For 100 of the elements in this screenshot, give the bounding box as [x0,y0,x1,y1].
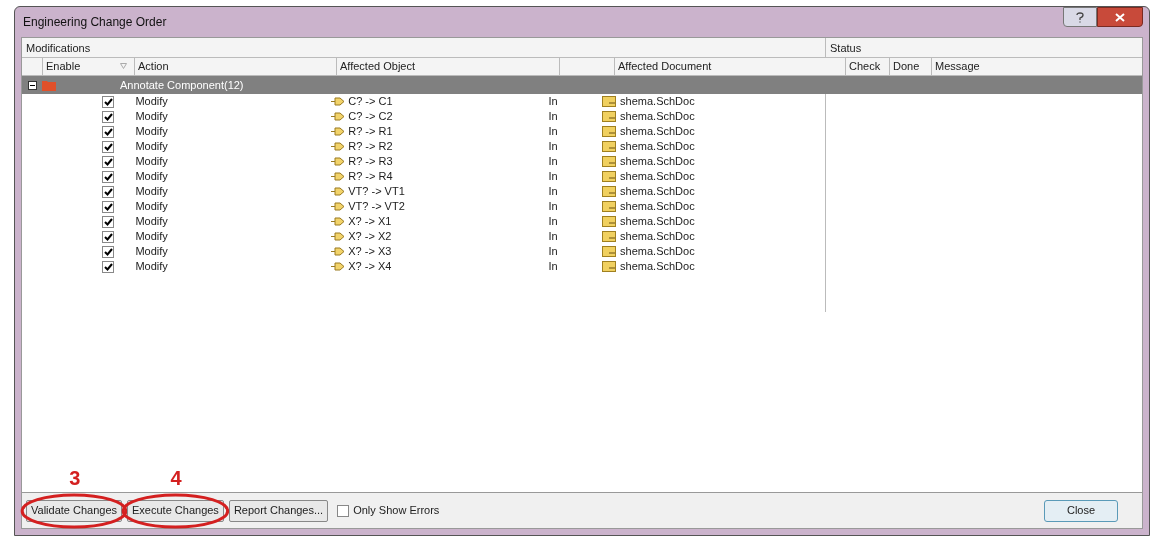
affected-document-cell-text: shema.SchDoc [620,124,695,140]
column-header[interactable]: Affected Document [614,58,846,75]
direction-cell-text: In [547,229,559,245]
action-cell-text: Modify [134,109,169,125]
enable-checkbox[interactable] [102,200,115,213]
document-icon [602,156,617,167]
affected-object-cell-text: R? -> R2 [348,139,393,155]
direction-cell-text: In [547,214,559,230]
column-header[interactable]: Done [890,58,932,75]
enable-checkbox[interactable] [102,155,115,168]
affected-document-cell-text: shema.SchDoc [620,199,695,215]
document-icon [602,201,617,212]
action-cell-text: Modify [134,244,169,260]
direction-cell-text: In [547,109,559,125]
column-title: Enable [46,59,81,74]
affected-document-cell-text: shema.SchDoc [620,184,695,200]
pin-icon [331,202,346,211]
collapse-toggle[interactable] [27,80,37,90]
help-button[interactable] [1063,7,1097,27]
enable-checkbox[interactable] [102,260,115,273]
annotation-number: 4 [170,466,182,489]
minus-icon [29,82,35,88]
affected-document-cell-text: shema.SchDoc [620,109,695,125]
window-title: Engineering Change Order [22,14,167,31]
direction-cell-text: In [547,244,559,260]
action-cell-text: Modify [134,199,169,215]
pin-icon [331,187,346,196]
document-icon [602,126,617,137]
action-cell-text: Modify [134,139,169,155]
document-icon [602,186,617,197]
affected-object-cell-text: C? -> C1 [348,94,393,110]
direction-cell-text: In [547,169,559,185]
direction-cell-text: In [547,94,559,110]
pin-icon [331,172,346,181]
action-cell-text: Modify [134,229,169,245]
document-icon [602,231,617,242]
enable-checkbox[interactable] [102,125,115,138]
action-button[interactable]: Execute Changes [127,499,224,522]
pin-icon [331,262,346,271]
action-button[interactable]: Report Changes... [228,499,329,522]
affected-object-cell-text: X? -> X4 [348,259,392,275]
direction-cell-text: In [547,124,559,140]
enable-checkbox[interactable] [102,95,115,108]
affected-object-cell-text: X? -> X3 [348,244,392,260]
document-icon [602,246,617,257]
errors-checkbox[interactable] [337,504,350,517]
column-header[interactable]: Action [134,58,336,75]
document-icon [602,96,617,107]
document-icon [602,111,617,122]
document-icon [602,216,617,227]
pin-icon [331,217,346,226]
enable-checkbox[interactable] [102,140,115,153]
enable-checkbox[interactable] [102,215,115,228]
document-icon [602,261,617,272]
enable-checkbox[interactable] [102,185,115,198]
close-button[interactable] [1097,7,1143,27]
pin-icon [331,232,346,241]
direction-cell-text: In [547,184,559,200]
affected-object-cell-text: R? -> R1 [348,124,393,140]
action-cell-text: Modify [134,214,169,230]
column-header[interactable]: Enable [42,58,134,75]
pin-icon [331,112,346,121]
direction-cell-text: In [547,154,559,170]
action-cell-text: Modify [134,124,169,140]
affected-object-cell-text: X? -> X1 [348,214,392,230]
column-header[interactable]: Message [932,58,983,75]
pin-icon [331,157,346,166]
group-header: Status [829,41,863,56]
folder-icon [42,79,56,91]
affected-object-cell-text: R? -> R3 [348,154,393,170]
affected-object-cell-text: X? -> X2 [348,229,392,245]
checkbox-label: Only Show Errors [353,503,440,519]
pin-icon [331,127,346,136]
enable-checkbox[interactable] [102,170,115,183]
affected-document-cell-text: shema.SchDoc [620,139,695,155]
action-cell-text: Modify [134,154,169,170]
document-icon [602,141,617,152]
action-cell-text: Modify [134,169,169,185]
affected-document-cell-text: shema.SchDoc [620,94,695,110]
close-dialog-button[interactable]: Close [1044,499,1118,522]
filter-icon [120,63,127,69]
enable-checkbox[interactable] [102,245,115,258]
affected-document-cell-text: shema.SchDoc [620,244,695,260]
enable-checkbox[interactable] [102,230,115,243]
action-cell-text: Modify [134,94,169,110]
affected-object-cell-text: VT? -> VT1 [348,184,405,200]
section-row[interactable]: Annotate Component(12) [22,76,1142,94]
affected-document-cell-text: shema.SchDoc [620,154,695,170]
enable-checkbox[interactable] [102,110,115,123]
direction-cell-text: In [547,199,559,215]
affected-document-cell-text: shema.SchDoc [620,214,695,230]
action-button[interactable]: Validate Changes [26,499,123,522]
affected-object-cell-text: C? -> C2 [348,109,393,125]
annotation-number: 3 [69,466,81,489]
affected-object-cell-text: R? -> R4 [348,169,393,185]
pin-icon [331,247,346,256]
pin-icon [331,97,346,106]
direction-cell-text: In [547,139,559,155]
column-header[interactable]: Affected Object [336,58,559,75]
column-header[interactable]: Check [846,58,890,75]
